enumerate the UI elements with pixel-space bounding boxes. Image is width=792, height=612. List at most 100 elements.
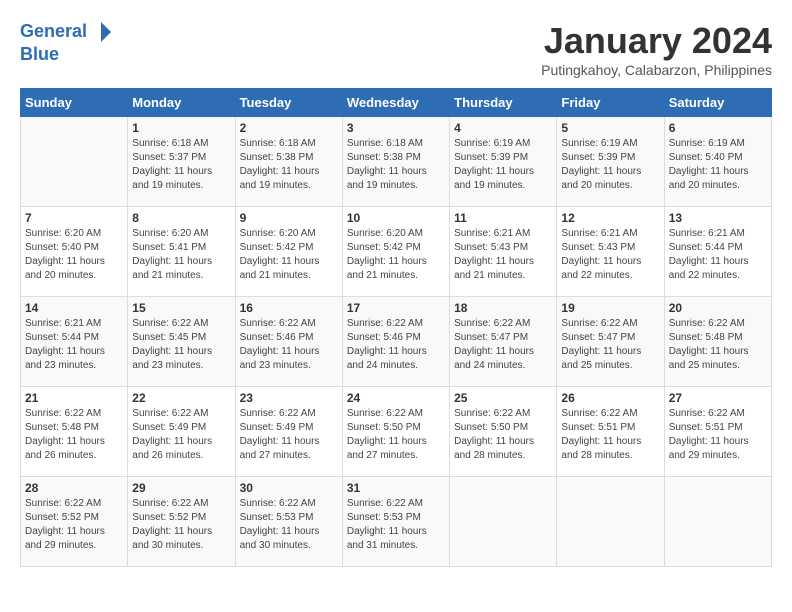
day-cell: 1Sunrise: 6:18 AM Sunset: 5:37 PM Daylig… <box>128 117 235 207</box>
day-cell <box>557 477 664 567</box>
col-header-tuesday: Tuesday <box>235 89 342 117</box>
day-cell: 30 Sunrise: 6:22 AM Sunset: 5:53 PM Dayli… <box>235 477 342 567</box>
day-cell: 2Sunrise: 6:18 AM Sunset: 5:38 PM Daylig… <box>235 117 342 207</box>
week-row-4: 21Sunrise: 6:22 AM Sunset: 5:48 PM Dayli… <box>21 387 772 477</box>
day-number: 16 <box>240 301 338 315</box>
day-number: 29 <box>132 481 230 495</box>
day-cell: 24 Sunrise: 6:22 AM Sunset: 5:50 PM Dayli… <box>342 387 449 477</box>
day-number: 13 <box>669 211 767 225</box>
week-row-1: 1Sunrise: 6:18 AM Sunset: 5:37 PM Daylig… <box>21 117 772 207</box>
header-row: SundayMondayTuesdayWednesdayThursdayFrid… <box>21 89 772 117</box>
day-info: Sunrise: 6:22 AM Sunset: 5:47 PM Dayligh… <box>561 317 659 373</box>
day-number: 3 <box>347 121 445 135</box>
day-number: 5 <box>561 121 659 135</box>
day-info: Sunrise: 6:22 AM Sunset: 5:52 PM Dayligh… <box>132 497 230 553</box>
day-number: 22 <box>132 391 230 405</box>
col-header-sunday: Sunday <box>21 89 128 117</box>
title-block: January 2024 Putingkahoy, Calabarzon, Ph… <box>541 20 772 78</box>
day-info: Sunrise: 6:22 AM Sunset: 5:51 PM Dayligh… <box>669 407 767 463</box>
day-cell: 6 Sunrise: 6:19 AM Sunset: 5:40 PM Daylig… <box>664 117 771 207</box>
day-info: Sunrise: 6:22 AM Sunset: 5:50 PM Dayligh… <box>347 407 445 463</box>
day-cell: 20 Sunrise: 6:22 AM Sunset: 5:48 PM Dayli… <box>664 297 771 387</box>
day-cell: 8 Sunrise: 6:20 AM Sunset: 5:41 PM Daylig… <box>128 207 235 297</box>
day-info: Sunrise: 6:22 AM Sunset: 5:45 PM Dayligh… <box>132 317 230 373</box>
day-cell: 5Sunrise: 6:19 AM Sunset: 5:39 PM Daylig… <box>557 117 664 207</box>
day-info: Sunrise: 6:20 AM Sunset: 5:42 PM Dayligh… <box>240 227 338 283</box>
day-info: Sunrise: 6:19 AM Sunset: 5:40 PM Dayligh… <box>669 137 767 193</box>
day-info: Sunrise: 6:21 AM Sunset: 5:43 PM Dayligh… <box>454 227 552 283</box>
day-info: Sunrise: 6:22 AM Sunset: 5:49 PM Dayligh… <box>240 407 338 463</box>
day-cell: 3 Sunrise: 6:18 AM Sunset: 5:38 PM Daylig… <box>342 117 449 207</box>
day-cell: 10Sunrise: 6:20 AM Sunset: 5:42 PM Dayli… <box>342 207 449 297</box>
day-info: Sunrise: 6:18 AM Sunset: 5:38 PM Dayligh… <box>347 137 445 193</box>
day-number: 19 <box>561 301 659 315</box>
day-cell: 28Sunrise: 6:22 AM Sunset: 5:52 PM Dayli… <box>21 477 128 567</box>
day-cell: 9Sunrise: 6:20 AM Sunset: 5:42 PM Daylig… <box>235 207 342 297</box>
day-info: Sunrise: 6:20 AM Sunset: 5:42 PM Dayligh… <box>347 227 445 283</box>
day-number: 26 <box>561 391 659 405</box>
col-header-thursday: Thursday <box>450 89 557 117</box>
day-info: Sunrise: 6:22 AM Sunset: 5:49 PM Dayligh… <box>132 407 230 463</box>
day-number: 17 <box>347 301 445 315</box>
day-info: Sunrise: 6:22 AM Sunset: 5:48 PM Dayligh… <box>25 407 123 463</box>
day-cell: 26 Sunrise: 6:22 AM Sunset: 5:51 PM Dayli… <box>557 387 664 477</box>
day-number: 11 <box>454 211 552 225</box>
day-info: Sunrise: 6:22 AM Sunset: 5:48 PM Dayligh… <box>669 317 767 373</box>
day-number: 4 <box>454 121 552 135</box>
day-info: Sunrise: 6:22 AM Sunset: 5:51 PM Dayligh… <box>561 407 659 463</box>
week-row-2: 7Sunrise: 6:20 AM Sunset: 5:40 PM Daylig… <box>21 207 772 297</box>
day-number: 15 <box>132 301 230 315</box>
day-cell: 14Sunrise: 6:21 AM Sunset: 5:44 PM Dayli… <box>21 297 128 387</box>
logo-general: General <box>20 21 87 41</box>
day-number: 27 <box>669 391 767 405</box>
col-header-friday: Friday <box>557 89 664 117</box>
day-cell: 13 Sunrise: 6:21 AM Sunset: 5:44 PM Dayli… <box>664 207 771 297</box>
day-info: Sunrise: 6:22 AM Sunset: 5:50 PM Dayligh… <box>454 407 552 463</box>
day-cell <box>450 477 557 567</box>
day-info: Sunrise: 6:21 AM Sunset: 5:44 PM Dayligh… <box>669 227 767 283</box>
day-cell: 12 Sunrise: 6:21 AM Sunset: 5:43 PM Dayli… <box>557 207 664 297</box>
day-cell: 22 Sunrise: 6:22 AM Sunset: 5:49 PM Dayli… <box>128 387 235 477</box>
day-info: Sunrise: 6:22 AM Sunset: 5:46 PM Dayligh… <box>240 317 338 373</box>
week-row-3: 14Sunrise: 6:21 AM Sunset: 5:44 PM Dayli… <box>21 297 772 387</box>
day-cell: 18 Sunrise: 6:22 AM Sunset: 5:47 PM Dayli… <box>450 297 557 387</box>
page-header: General Blue January 2024 Putingkahoy, C… <box>20 20 772 78</box>
day-cell: 29 Sunrise: 6:22 AM Sunset: 5:52 PM Dayli… <box>128 477 235 567</box>
day-cell: 31 Sunrise: 6:22 AM Sunset: 5:53 PM Dayli… <box>342 477 449 567</box>
day-cell: 11 Sunrise: 6:21 AM Sunset: 5:43 PM Dayli… <box>450 207 557 297</box>
day-cell: 4 Sunrise: 6:19 AM Sunset: 5:39 PM Daylig… <box>450 117 557 207</box>
day-info: Sunrise: 6:20 AM Sunset: 5:40 PM Dayligh… <box>25 227 123 283</box>
day-info: Sunrise: 6:20 AM Sunset: 5:41 PM Dayligh… <box>132 227 230 283</box>
location: Putingkahoy, Calabarzon, Philippines <box>541 62 772 78</box>
day-number: 14 <box>25 301 123 315</box>
day-number: 30 <box>240 481 338 495</box>
day-info: Sunrise: 6:22 AM Sunset: 5:52 PM Dayligh… <box>25 497 123 553</box>
day-number: 6 <box>669 121 767 135</box>
day-cell <box>21 117 128 207</box>
col-header-wednesday: Wednesday <box>342 89 449 117</box>
week-row-5: 28Sunrise: 6:22 AM Sunset: 5:52 PM Dayli… <box>21 477 772 567</box>
day-cell: 27 Sunrise: 6:22 AM Sunset: 5:51 PM Dayli… <box>664 387 771 477</box>
day-cell: 15 Sunrise: 6:22 AM Sunset: 5:45 PM Dayli… <box>128 297 235 387</box>
day-number: 8 <box>132 211 230 225</box>
day-info: Sunrise: 6:19 AM Sunset: 5:39 PM Dayligh… <box>454 137 552 193</box>
day-info: Sunrise: 6:18 AM Sunset: 5:37 PM Dayligh… <box>132 137 230 193</box>
col-header-monday: Monday <box>128 89 235 117</box>
day-info: Sunrise: 6:22 AM Sunset: 5:53 PM Dayligh… <box>240 497 338 553</box>
day-cell: 19 Sunrise: 6:22 AM Sunset: 5:47 PM Dayli… <box>557 297 664 387</box>
day-info: Sunrise: 6:21 AM Sunset: 5:43 PM Dayligh… <box>561 227 659 283</box>
col-header-saturday: Saturday <box>664 89 771 117</box>
day-info: Sunrise: 6:22 AM Sunset: 5:47 PM Dayligh… <box>454 317 552 373</box>
logo-blue: Blue <box>20 44 59 64</box>
day-info: Sunrise: 6:22 AM Sunset: 5:53 PM Dayligh… <box>347 497 445 553</box>
day-number: 31 <box>347 481 445 495</box>
calendar-table: SundayMondayTuesdayWednesdayThursdayFrid… <box>20 88 772 567</box>
day-number: 24 <box>347 391 445 405</box>
day-cell: 25Sunrise: 6:22 AM Sunset: 5:50 PM Dayli… <box>450 387 557 477</box>
day-number: 20 <box>669 301 767 315</box>
day-number: 2 <box>240 121 338 135</box>
logo-text: General Blue <box>20 20 113 66</box>
day-number: 12 <box>561 211 659 225</box>
day-number: 18 <box>454 301 552 315</box>
month-title: January 2024 <box>541 20 772 62</box>
